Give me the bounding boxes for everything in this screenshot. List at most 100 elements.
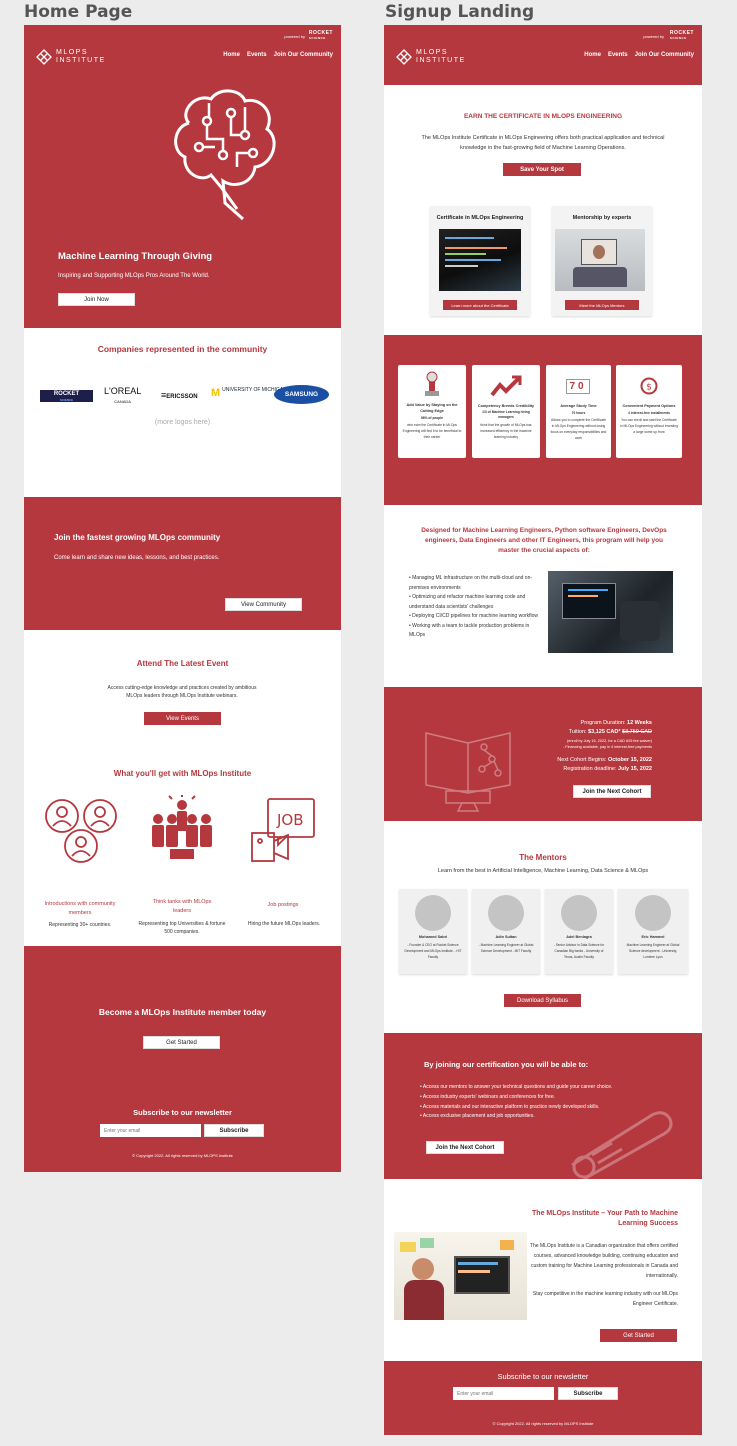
meet-mentors-button[interactable]: Meet the MLOps Mentors — [565, 300, 639, 310]
designed-bullet-2: • Optimizing and refactor machine learni… — [409, 594, 526, 610]
mentor-desc-4: Machine Learning Engineer at Global Scie… — [626, 943, 680, 960]
brain-circuit-icon — [174, 89, 276, 221]
mentor-desc-3: - Senior Advisor in Data Science for Can… — [553, 943, 605, 960]
mlops-logo-icon — [36, 49, 52, 65]
award-icon — [425, 371, 439, 396]
signup-newsletter-title: Subscribe to our newsletter — [497, 1372, 589, 1381]
feature-desc-4: You can enroll and start the Certificate… — [620, 418, 678, 434]
growth-chart-icon — [490, 375, 522, 397]
path-get-started-button[interactable]: Get Started — [600, 1329, 677, 1342]
benefit-title-2: Think tanks with MLOps leaders — [152, 899, 212, 915]
signup-copyright: © Copyright 2022. All rights reserved by… — [492, 1421, 594, 1426]
mentor-name-4: Eric Hammel — [641, 935, 665, 939]
more-logos-text: (more logos here) — [154, 419, 211, 426]
get-started-button[interactable]: Get Started — [143, 1036, 220, 1049]
save-spot-button[interactable]: Save Your Spot — [503, 163, 581, 176]
rocket-science-logo[interactable]: ROCKET SCIENCE — [309, 31, 333, 41]
community-subtitle: Come learn and share new ideas, lessons,… — [54, 555, 220, 561]
feature-tile-2: Competency Breeds Credibility 1/3 of Mac… — [472, 365, 540, 458]
view-events-button[interactable]: View Events — [144, 712, 221, 725]
mentor-card-3: Adel Benlagra - Senior Advisor in Data Sc… — [545, 889, 613, 974]
program-duration: Program Duration: 12 Weeks — [580, 720, 652, 726]
benefit-desc-1: Representing 30+ countries. — [48, 922, 112, 928]
feature-title-1: Add Value by Staying on the Cutting Edge — [406, 403, 458, 413]
community-section: Join the fastest growing MLOps community… — [24, 497, 341, 630]
feature-stat-4: 4 interest-free installments — [628, 411, 670, 415]
mentor-avatar-4 — [635, 895, 671, 931]
program-section: Program Duration: 12 Weeks Tuition: $3,1… — [384, 687, 702, 821]
signup-logo-line1: MLOPS — [416, 49, 449, 56]
feature-stat-3: 70 hours — [571, 411, 586, 415]
think-tank-icon — [152, 795, 212, 859]
feature-title-3: Average Study Time — [560, 404, 597, 408]
nav-join-community[interactable]: Join Our Community — [274, 52, 333, 58]
laptop-coding-image — [548, 571, 673, 653]
view-community-button[interactable]: View Community — [225, 598, 302, 611]
join-now-button[interactable]: Join Now — [58, 293, 135, 306]
download-syllabus-button[interactable]: Download Syllabus — [504, 994, 581, 1007]
member-title: Become a MLOps Institute member today — [98, 1007, 267, 1017]
home-subscribe-button[interactable]: Subscribe — [204, 1124, 264, 1137]
mlops-logo[interactable]: MLOPS INSTITUTE — [36, 49, 106, 65]
signup-powered-text: powered by — [643, 34, 664, 39]
mentor-name-3: Adel Benlagra — [566, 935, 592, 939]
signup-mlops-logo[interactable]: MLOPS INSTITUTE — [396, 49, 466, 65]
job-postings-icon: JOB — [251, 798, 315, 862]
powered-by-text: powered by — [284, 34, 305, 39]
logo-line2: INSTITUTE — [56, 57, 106, 65]
join-cohort-button[interactable]: Join the Next Cohort — [573, 785, 651, 798]
companies-title: Companies represented in the community — [97, 344, 268, 354]
mentor-desc-2: - Machine Learning Engineer at Global Sc… — [478, 943, 534, 954]
mentor-card-4: Eric Hammel Machine Learning Engineer at … — [618, 889, 688, 974]
benefits-section: What you'll get with MLOps Institute JOB… — [24, 740, 341, 946]
mentor-avatar-3 — [561, 895, 597, 931]
home-hero: powered by ROCKET SCIENCE MLOPS INSTITUTE … — [24, 25, 341, 328]
signup-nav-join[interactable]: Join Our Community — [635, 52, 694, 58]
designed-title: Designed for Machine Learning Engineers,… — [421, 527, 667, 554]
feature-desc-2: think that the growth of MLOps has incre… — [480, 423, 532, 439]
path-text-1: The MLOps Institute is a Canadian organi… — [529, 1243, 678, 1279]
learn-certificate-button[interactable]: Learn more about the Certificate — [443, 300, 517, 310]
signup-logo-line2: INSTITUTE — [416, 57, 466, 65]
mentor-desc-1: - Founder & CEO at Rocket Science Develo… — [404, 943, 462, 960]
signup-nav-home[interactable]: Home — [584, 52, 601, 58]
job-icon-text: JOB — [276, 811, 304, 829]
samsung-logo: SAMSUNG — [274, 385, 329, 404]
mentor-card-2: Adin Sultan - Machine Learning Engineer a… — [472, 889, 540, 974]
path-text-2: Stay competitive in the machine learning… — [532, 1291, 678, 1307]
ericsson-logo: ≡ERICSSON — [161, 390, 198, 400]
home-page-label: Home Page — [24, 2, 133, 22]
mentor-name-1: Mohamed Sabri — [418, 935, 448, 939]
signup-nav-events[interactable]: Events — [608, 52, 628, 58]
designed-bullet-1: • Managing ML infrastructure on the mult… — [409, 575, 533, 591]
benefit-desc-3: Hiring the future MLOps leaders. — [247, 921, 321, 927]
signup-newsletter-section: Subscribe to our newsletter Subscribe © … — [384, 1361, 702, 1435]
event-title: Attend The Latest Event — [136, 659, 229, 668]
companies-section: Companies represented in the community R… — [24, 328, 341, 497]
signup-rocket-logo[interactable]: ROCKET SCIENCE — [670, 31, 694, 41]
loreal-logo: L'OREAL CANADA — [104, 386, 142, 404]
joining-cohort-button[interactable]: Join the Next Cohort — [426, 1141, 504, 1154]
designed-bullets: • Managing ML infrastructure on the mult… — [409, 574, 539, 641]
feature-tile-4: $ Convenient Payment Options 4 interest-… — [616, 365, 682, 458]
signup-email-input[interactable] — [453, 1387, 554, 1400]
joining-bullet-3: • Access materials and our interactive p… — [420, 1103, 600, 1110]
program-details: Program Duration: 12 Weeks Tuition: $3,1… — [557, 719, 652, 774]
people-icon — [45, 799, 117, 863]
program-cohort: Next Cohort Begins: October 15, 2022 — [557, 756, 652, 763]
event-text: Access cutting-edge knowledge and practi… — [107, 685, 257, 699]
feature-stat-2: 1/3 of Machine Learning hiring managers — [482, 410, 530, 420]
nav-events[interactable]: Events — [247, 52, 267, 58]
mentors-subtitle: Learn from the best in Artificial Intell… — [437, 868, 649, 874]
certificate-card: Certificate in MLOps Engineering Learn m… — [430, 206, 530, 316]
feature-title-4: Convenient Payment Options — [622, 404, 676, 408]
home-email-input[interactable] — [100, 1124, 201, 1137]
program-financing: - Financing available, pay in 4 interest… — [562, 745, 652, 750]
benefit-title-1: Introductions with community members — [44, 901, 116, 917]
nav-home[interactable]: Home — [223, 52, 240, 58]
earn-section: EARN THE CERTIFICATE IN MLOPS ENGINEERIN… — [384, 85, 702, 335]
mentors-section: The Mentors Learn from the best in Artif… — [384, 821, 702, 1033]
svg-text:$: $ — [646, 383, 652, 393]
signup-subscribe-button[interactable]: Subscribe — [558, 1387, 618, 1400]
path-title: The MLOps Institute – Your Path to Machi… — [532, 1210, 678, 1228]
